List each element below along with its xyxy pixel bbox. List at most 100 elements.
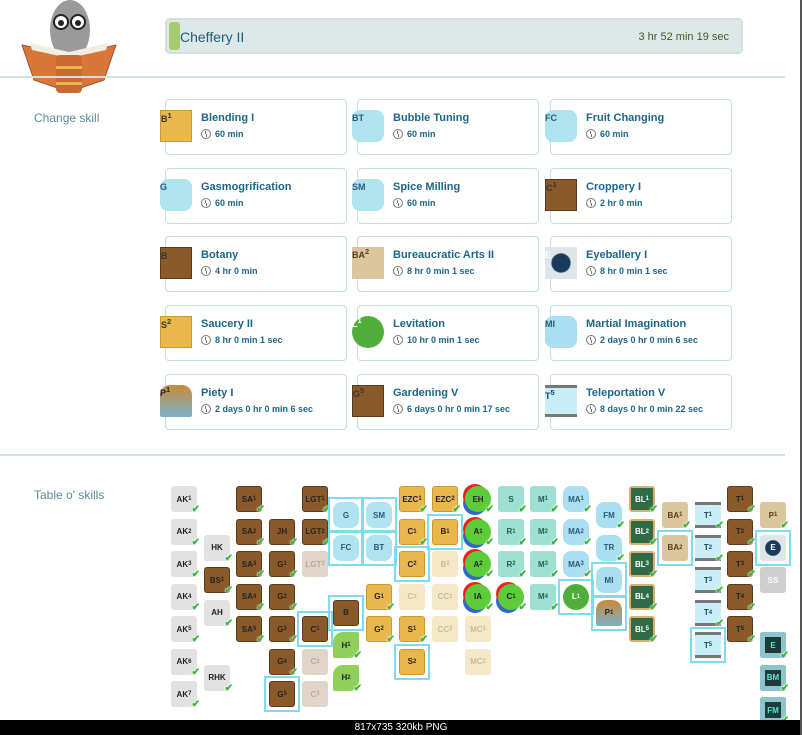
skill-tile[interactable]: M 2 ✔ [528, 517, 559, 548]
skill-card[interactable]: C1 Croppery I 2 hr 0 min [545, 168, 732, 224]
skill-tile[interactable]: T 1 ✔ [725, 484, 756, 515]
skill-tile[interactable]: E ✔ [758, 630, 789, 661]
skill-tile[interactable]: SA 3 ✔ [234, 549, 265, 580]
skill-tile[interactable]: R 2 ✔ [496, 549, 527, 580]
skill-tile[interactable]: BL 1 ✔ [627, 484, 658, 515]
skill-tile[interactable]: EZC 1 ✔ [397, 484, 428, 515]
skill-tile[interactable]: BS 1 ✔ [202, 565, 233, 596]
skill-tile[interactable]: E [755, 529, 791, 566]
skill-tile[interactable]: BL 5 ✔ [627, 614, 658, 645]
skill-tile[interactable]: MC 1 [463, 614, 493, 644]
skill-tile[interactable]: MC 2 [463, 647, 493, 677]
skill-tile[interactable]: C 1 ✔ [496, 582, 527, 613]
skill-tile[interactable]: BL 2 ✔ [627, 517, 658, 548]
skill-tile[interactable]: LGT 2 ✔ [300, 517, 331, 548]
skill-tile[interactable]: SA 5 ✔ [234, 614, 265, 645]
skill-card[interactable]: BT Bubble Tuning 60 min [352, 99, 539, 155]
skill-card[interactable]: P1 Piety I 2 days 0 hr 0 min 6 sec [160, 374, 347, 430]
skill-tile[interactable]: MA 2 ✔ [561, 517, 592, 548]
skill-card[interactable]: G Gasmogrification 60 min [160, 168, 347, 224]
skill-tile[interactable]: C2 [300, 647, 330, 677]
skill-tile[interactable]: T5 [690, 627, 726, 664]
skill-card[interactable]: B1 Blending I 60 min [160, 99, 347, 155]
skill-tile[interactable]: P1 [591, 594, 627, 631]
skill-tile[interactable]: G [328, 497, 364, 534]
skill-tile[interactable]: FM✔ [594, 500, 625, 531]
skill-tile[interactable]: BA 1 ✔ [660, 500, 691, 531]
skill-tile[interactable]: B [328, 594, 364, 631]
skill-tile[interactable]: JH ✔ [267, 517, 298, 548]
skill-tile[interactable]: SA 4 ✔ [234, 582, 265, 613]
skill-tile[interactable]: SS [758, 565, 788, 595]
skill-tile[interactable]: EZC 2 ✔ [430, 484, 461, 515]
skill-tile[interactable]: T 3 ✔ [693, 565, 724, 596]
skill-tile[interactable]: FC [328, 529, 364, 566]
skill-tile[interactable]: CC 1 [430, 582, 460, 612]
skill-tile[interactable]: G 2 ✔ [267, 582, 298, 613]
skill-tile[interactable]: AK 5 ✔ [169, 614, 200, 645]
skill-tile[interactable]: G 4 ✔ [267, 647, 298, 678]
skill-tile[interactable]: TR ✔ [594, 533, 625, 564]
skill-tile[interactable]: T 1 ✔ [693, 500, 724, 531]
skill-tile[interactable]: T 2 ✔ [725, 517, 756, 548]
skill-tile[interactable]: C3 [397, 582, 427, 612]
skill-tile[interactable]: B2 [430, 549, 460, 579]
skill-tile[interactable]: AK 2 ✔ [169, 517, 200, 548]
skill-tile[interactable]: RHK ✔ [202, 663, 233, 694]
skill-tile[interactable]: G 1 ✔ [267, 549, 298, 580]
skill-tile[interactable]: M 3 ✔ [528, 549, 559, 580]
skill-tile[interactable]: T 2 ✔ [693, 533, 724, 564]
skill-tile[interactable]: L1 [558, 578, 594, 615]
skill-tile[interactable]: P 1 ✔ [758, 500, 789, 531]
skill-tile[interactable]: A 1 ✔ [463, 517, 494, 548]
skill-tile[interactable]: BL 4 ✔ [627, 582, 658, 613]
skill-tile[interactable]: AK 1 ✔ [169, 484, 200, 515]
skill-tile[interactable]: C3 [300, 679, 330, 709]
skill-card[interactable]: FC Fruit Changing 60 min [545, 99, 732, 155]
skill-tile[interactable]: A 2 ✔ [463, 549, 494, 580]
skill-card[interactable]: T5 Teleportation V 8 days 0 hr 0 min 22 … [545, 374, 732, 430]
skill-tile[interactable]: C 1 ✔ [397, 517, 428, 548]
skill-tile[interactable]: AK 6 ✔ [169, 647, 200, 678]
skill-tile[interactable]: AK 7 ✔ [169, 679, 200, 710]
skill-tile[interactable]: SM [361, 497, 397, 534]
skill-tile[interactable]: MA 3 ✔ [561, 549, 592, 580]
skill-tile[interactable]: AK 4 ✔ [169, 582, 200, 613]
skill-tile[interactable]: AH ✔ [202, 598, 233, 629]
skill-tile[interactable]: R 1 ✔ [496, 517, 527, 548]
skill-tile[interactable]: G 3 ✔ [267, 614, 298, 645]
skill-tile[interactable]: B1 [427, 513, 463, 550]
skill-tile[interactable]: EH ✔ [463, 484, 494, 515]
skill-tile[interactable]: T 4 ✔ [693, 598, 724, 629]
skill-tile[interactable]: MA 1 ✔ [561, 484, 592, 515]
skill-tile[interactable]: C2 [394, 546, 430, 582]
skill-tile[interactable]: S ✔ [496, 484, 527, 515]
skill-tile[interactable]: IA ✔ [463, 582, 494, 613]
skill-tile[interactable]: T 4 ✔ [725, 582, 756, 613]
skill-tile[interactable]: BM ✔ [758, 663, 789, 694]
skill-tile[interactable]: CC 2 [430, 614, 460, 644]
skill-tile[interactable]: LGT 1 ✔ [300, 484, 331, 515]
skill-tile[interactable]: SA 2 ✔ [234, 517, 265, 548]
skill-tile[interactable]: G 2 ✔ [364, 614, 395, 645]
skill-tile[interactable]: BA 2 [657, 529, 693, 566]
skill-card[interactable]: E Eyeballery I 8 hr 0 min 1 sec [545, 236, 732, 292]
skill-tile[interactable]: HK ✔ [202, 533, 233, 564]
skill-card[interactable]: MI Martial Imagination 2 days 0 hr 0 min… [545, 305, 732, 361]
skill-tile[interactable]: H 2 ✔ [331, 663, 362, 694]
skill-tile[interactable]: M 1 ✔ [528, 484, 559, 515]
skill-tile[interactable]: S 1 ✔ [397, 614, 428, 645]
skill-card[interactable]: G5 Gardening V 6 days 0 hr 0 min 17 sec [352, 374, 539, 430]
skill-tile[interactable]: BT [361, 529, 397, 566]
skill-tile[interactable]: G 1 ✔ [364, 582, 395, 613]
skill-card[interactable]: L1 Levitation 10 hr 0 min 1 sec [352, 305, 539, 361]
skill-card[interactable]: SM Spice Milling 60 min [352, 168, 539, 224]
skill-tile[interactable]: T 3 ✔ [725, 549, 756, 580]
skill-tile[interactable]: LGT 3 [300, 549, 330, 579]
skill-tile[interactable]: C1 [297, 611, 333, 647]
skill-card[interactable]: BA2 Bureaucratic Arts II 8 hr 0 min 1 se… [352, 236, 539, 292]
skill-tile[interactable]: MI [591, 562, 627, 599]
skill-tile[interactable]: S2 [394, 643, 430, 680]
skill-tile[interactable]: BL 3 ✔ [627, 549, 658, 580]
skill-card[interactable]: S2 Saucery II 8 hr 0 min 1 sec [160, 305, 347, 361]
